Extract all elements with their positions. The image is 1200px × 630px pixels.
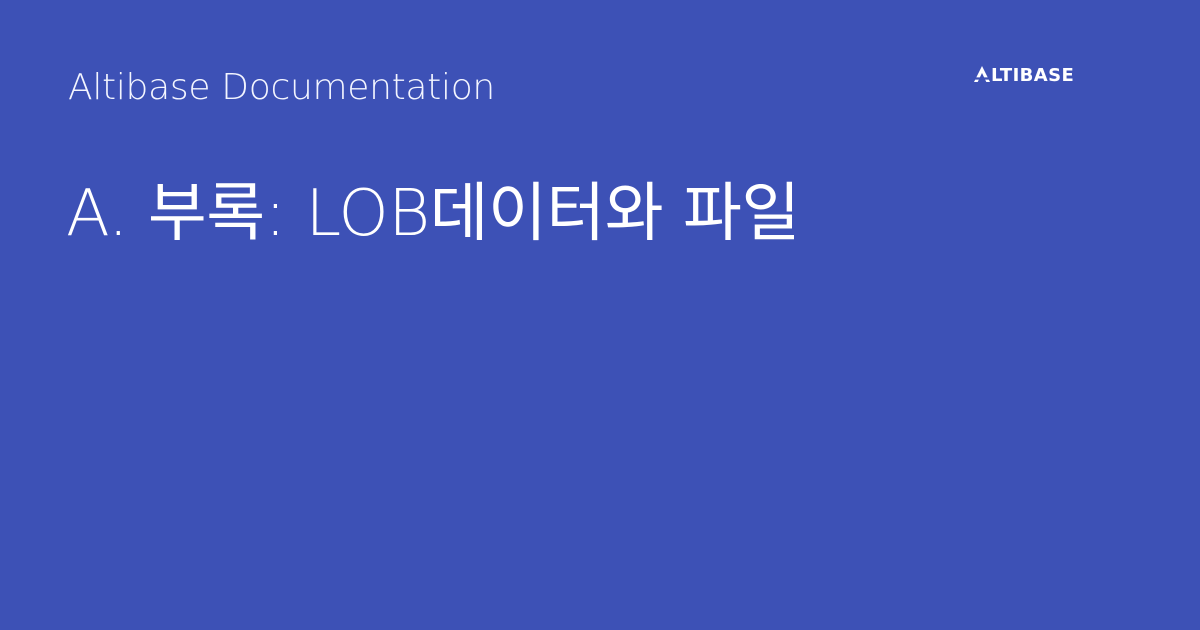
site-name: Altibase Documentation	[68, 67, 495, 108]
altibase-logo-icon: LTIBASE	[973, 65, 1074, 86]
logo-wordmark: LTIBASE	[991, 65, 1074, 86]
social-preview-card: Altibase Documentation LTIBASE A. 부록: LO…	[0, 0, 1200, 630]
page-title: A. 부록: LOB데이터와 파일	[66, 177, 800, 251]
